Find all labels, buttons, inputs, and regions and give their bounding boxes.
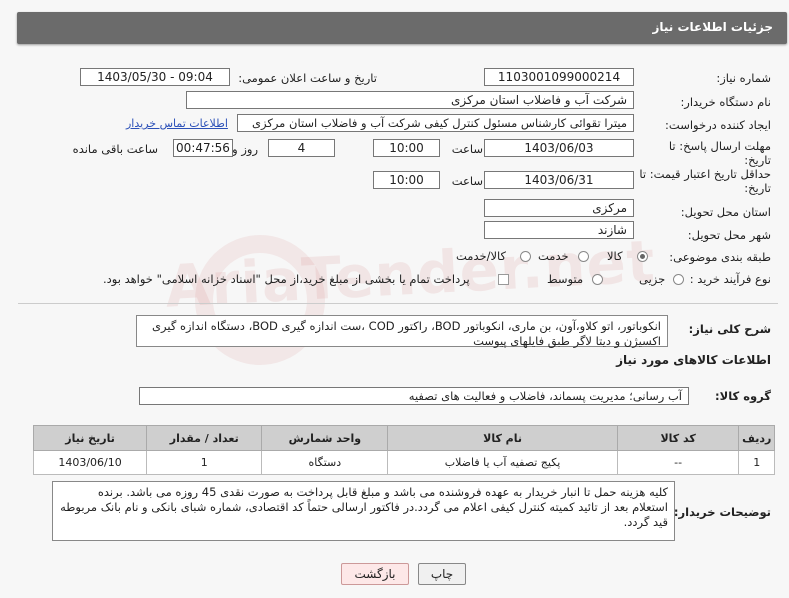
announce-label: تاریخ و ساعت اعلان عمومی: [238, 71, 377, 85]
buyer-notes-field: کلیه هزینه حمل تا انبار خریدار به عهده ف… [52, 481, 675, 541]
days-label: روز و [232, 142, 258, 156]
validity-time-field: 10:00 [373, 171, 440, 189]
goods-section-title: اطلاعات کالاهای مورد نیاز [616, 353, 771, 367]
treasury-payment-checkbox[interactable] [498, 274, 509, 285]
reply-time-label: ساعت [451, 142, 483, 156]
contact-info-link[interactable]: اطلاعات تماس خریدار [126, 117, 228, 130]
process-medium-label: متوسط [547, 272, 584, 286]
validity-date-field: 1403/06/31 [484, 171, 634, 189]
col-name: نام کالا [387, 425, 618, 451]
category-service-label: خدمت [538, 249, 569, 263]
description-field: انکوباتور، اتو کلاو،آون، بن ماری، انکوبا… [136, 315, 668, 348]
treasury-payment-note: پرداخت تمام یا بخشی از مبلغ خرید،از محل … [103, 272, 470, 286]
remaining-time-field: 00:47:56 [173, 139, 233, 157]
city-label: شهر محل تحویل: [687, 228, 771, 242]
reply-deadline-label: مهلت ارسال پاسخ: تا تاریخ: [668, 139, 771, 167]
goods-group-label: گروه کالا: [715, 389, 771, 403]
back-button[interactable]: بازگشت [341, 563, 409, 585]
category-both-radio[interactable] [520, 251, 531, 262]
reply-date-field: 1403/06/03 [484, 139, 634, 157]
cell-unit: دستگاه [261, 450, 389, 475]
category-both-label: کالا/خدمت [456, 249, 507, 263]
price-validity-label: حداقل تاریخ اعتبار قیمت: تا تاریخ: [639, 167, 771, 195]
title-bar: جزئیات اطلاعات نیاز [17, 12, 787, 44]
col-code: کد کالا [616, 425, 740, 451]
creator-label: ایجاد کننده درخواست: [665, 118, 771, 132]
col-date: تاریخ نیاز [32, 425, 148, 451]
process-minor-label: جزیی [639, 272, 666, 286]
creator-field: میترا تقوائی کارشناس مسئول کنترل کیفی شر… [237, 114, 634, 132]
need-number-field: 1103001099000214 [484, 68, 634, 86]
goods-table-header: ردیف کد کالا نام کالا واحد شمارش تعداد /… [32, 425, 775, 451]
col-unit: واحد شمارش [261, 425, 389, 451]
col-row: ردیف [738, 425, 775, 451]
province-label: استان محل تحویل: [680, 205, 771, 219]
buyer-notes-label: توضیحات خریدار: [673, 505, 771, 519]
process-minor-radio[interactable] [673, 274, 684, 285]
category-goods-radio[interactable] [637, 251, 648, 262]
page-title: جزئیات اطلاعات نیاز [652, 20, 773, 34]
goods-group-field: آب رسانی؛ مدیریت پسماند، فاضلاب و فعالیت… [139, 387, 689, 405]
cell-name: پکیج تصفیه آب یا فاضلاب [387, 450, 618, 475]
cell-code: -- [616, 450, 740, 475]
cell-date: 1403/06/10 [32, 450, 148, 475]
province-field: مرکزی [484, 199, 634, 217]
cell-qty: 1 [146, 450, 263, 475]
goods-table: ردیف کد کالا نام کالا واحد شمارش تعداد /… [32, 425, 775, 475]
city-field: شازند [484, 221, 634, 239]
table-row: 1 -- پکیج تصفیه آب یا فاضلاب دستگاه 1 14… [32, 450, 775, 475]
col-qty: تعداد / مقدار [146, 425, 263, 451]
remaining-label: ساعت باقی مانده [72, 142, 158, 156]
process-medium-radio[interactable] [592, 274, 603, 285]
divider [18, 303, 778, 304]
category-goods-label: کالا [607, 249, 623, 263]
category-label: طبقه بندی موضوعی: [669, 250, 771, 264]
process-label: نوع فرآیند خرید : [689, 272, 771, 286]
cell-row: 1 [738, 450, 775, 475]
description-label: شرح کلی نیاز: [688, 322, 771, 336]
buyer-field: شرکت آب و فاضلاب استان مرکزی [186, 91, 634, 109]
need-number-label: شماره نیاز: [716, 71, 771, 85]
category-service-radio[interactable] [578, 251, 589, 262]
days-field: 4 [268, 139, 335, 157]
announce-field: 1403/05/30 - 09:04 [80, 68, 230, 86]
reply-time-field: 10:00 [373, 139, 440, 157]
validity-time-label: ساعت [451, 174, 483, 188]
buyer-label: نام دستگاه خریدار: [680, 95, 771, 109]
print-button[interactable]: چاپ [418, 563, 466, 585]
